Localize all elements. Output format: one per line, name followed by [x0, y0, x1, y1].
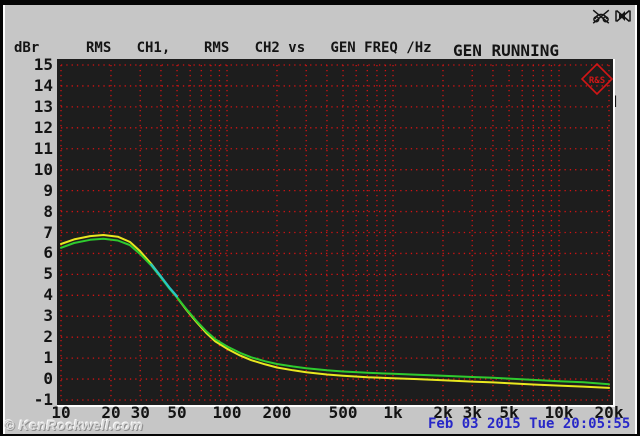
y-tick-label: 6 — [43, 243, 53, 263]
watermark: © KenRockwell.com — [4, 417, 144, 433]
x-tick-label: 200 — [262, 403, 292, 422]
y-tick-label: 11 — [33, 138, 53, 158]
y-tick-label: 8 — [43, 201, 53, 221]
measurement-traces — [60, 234, 610, 389]
y-tick-label: 10 — [33, 159, 53, 179]
y-tick-label: 7 — [43, 222, 53, 242]
chart: R&S — [60, 62, 613, 401]
output-mute-indicators — [592, 7, 632, 25]
grid-lines — [60, 64, 610, 401]
y-tick-label: 13 — [33, 96, 53, 116]
y-tick-label: 2 — [43, 327, 53, 347]
y-tick-label: 0 — [43, 369, 53, 389]
y-tick-label: 14 — [33, 75, 53, 95]
status-generator: GEN RUNNING — [453, 41, 559, 60]
y-tick-label: 5 — [43, 264, 53, 284]
plot-area: R&S — [57, 59, 615, 407]
y-tick-label: 12 — [33, 117, 53, 137]
y-tick-label: 1 — [43, 348, 53, 368]
y-tick-label: 3 — [43, 306, 53, 326]
analyzer-screen: GEN RUNNING ANL 1:TERM 2:TERM SWP TERMIN… — [0, 0, 640, 436]
datetime-display: Feb 03 2015 Tue 20:05:55 — [428, 416, 631, 432]
muted-speaker-icon — [615, 9, 631, 23]
trace-header: RMS CH1, RMS CH2 vs GEN FREQ /Hz — [86, 40, 432, 56]
y-tick-label: 9 — [43, 180, 53, 200]
rs-logo-icon: R&S — [580, 62, 613, 96]
rs-logo-text: R&S — [589, 76, 605, 86]
y-axis-unit-label: dBr — [14, 40, 40, 56]
muted-headphones-icon — [592, 9, 610, 24]
y-tick-label: 4 — [43, 285, 53, 305]
y-tick-label: 15 — [33, 55, 53, 74]
